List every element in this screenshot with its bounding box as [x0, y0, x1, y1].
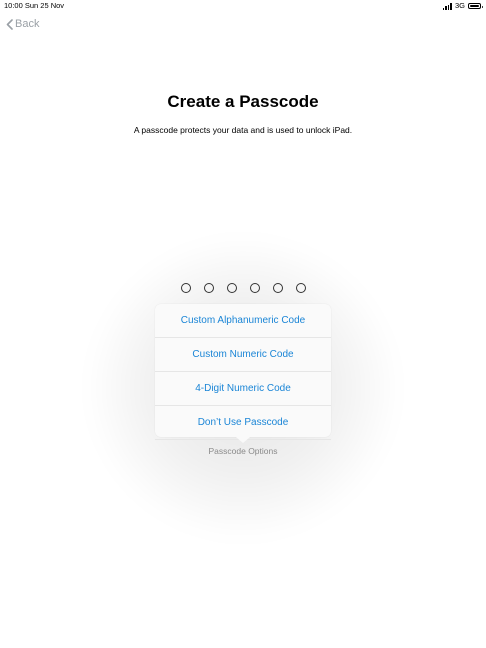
option-custom-alphanumeric[interactable]: Custom Alphanumeric Code: [155, 304, 331, 338]
passcode-dot: [272, 283, 283, 293]
passcode-dot: [180, 283, 191, 293]
network-type: 3G: [454, 1, 465, 10]
battery-icon: [468, 3, 483, 9]
passcode-dot: [203, 283, 214, 293]
chevron-left-icon: [6, 18, 13, 30]
passcode-dot: [226, 283, 237, 293]
option-4-digit-numeric[interactable]: 4-Digit Numeric Code: [155, 372, 331, 406]
status-bar: 10:00 Sun 25 Nov 3G: [0, 0, 486, 12]
back-button[interactable]: Back: [6, 18, 39, 30]
option-custom-numeric[interactable]: Custom Numeric Code: [155, 338, 331, 372]
back-label: Back: [15, 18, 40, 30]
passcode-options-popover: Custom Alphanumeric Code Custom Numeric …: [155, 304, 331, 443]
popover-arrow: [236, 437, 250, 443]
page-subtitle: A passcode protects your data and is use…: [133, 125, 353, 135]
passcode-dots: [0, 283, 486, 293]
passcode-options-link[interactable]: Passcode Options: [0, 446, 486, 456]
option-dont-use-passcode[interactable]: Don’t Use Passcode: [155, 406, 331, 440]
status-indicators: 3G: [442, 0, 483, 12]
passcode-dot: [295, 283, 306, 293]
status-time-date: 10:00 Sun 25 Nov: [4, 1, 65, 10]
page-title: Create a Passcode: [167, 92, 319, 111]
passcode-dot: [249, 283, 260, 293]
signal-bars-icon: [442, 3, 452, 10]
